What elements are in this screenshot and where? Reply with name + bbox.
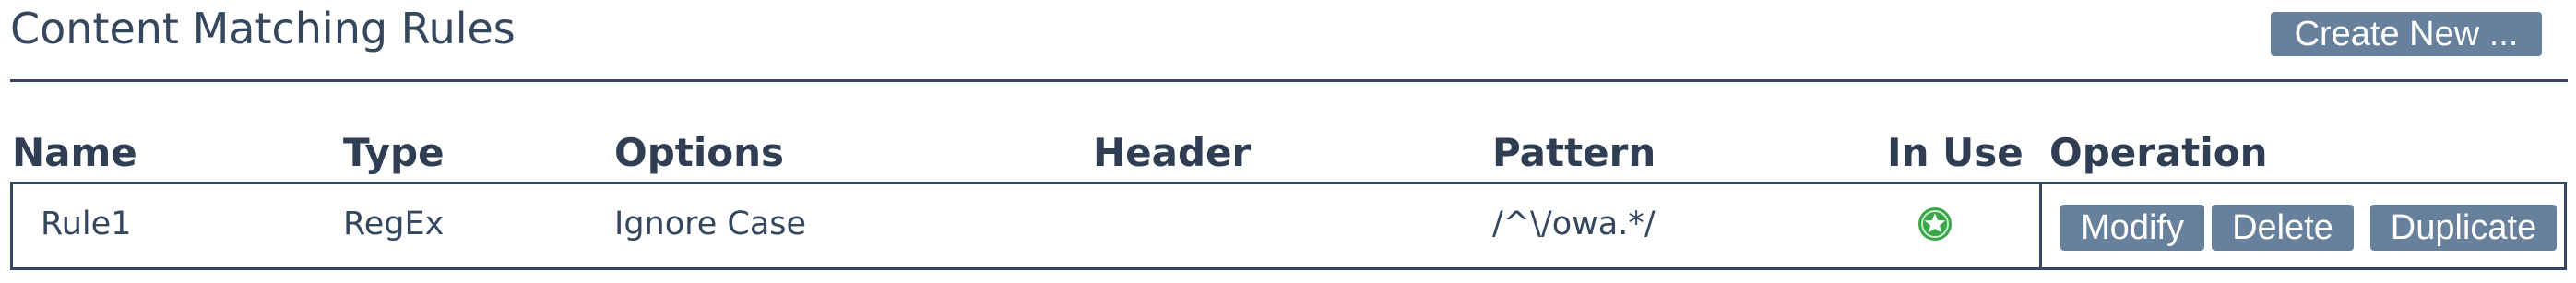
duplicate-button[interactable]: Duplicate — [2370, 205, 2557, 251]
row-type-cell: RegEx — [343, 206, 445, 242]
delete-button[interactable]: Delete — [2212, 205, 2354, 251]
row-pattern-cell: /^\/owa.*/ — [1492, 206, 1656, 242]
column-header-operation: Operation — [2049, 130, 2268, 175]
column-header-in-use: In Use — [1887, 130, 2024, 175]
page-title: Content Matching Rules — [10, 4, 516, 53]
column-header-type: Type — [343, 130, 445, 175]
column-header-pattern: Pattern — [1492, 130, 1656, 175]
row-options-cell: Ignore Case — [614, 206, 807, 242]
table-header-row: Name Type Options Header Pattern In Use … — [0, 129, 2576, 177]
operation-column-divider — [2039, 182, 2042, 270]
column-header-name: Name — [12, 130, 137, 175]
row-name-cell: Rule1 — [41, 206, 132, 242]
title-divider — [10, 79, 2568, 82]
create-new-button[interactable]: Create New ... — [2271, 12, 2542, 56]
column-header-header: Header — [1093, 130, 1252, 175]
check-circle-icon — [1918, 207, 1952, 241]
column-header-options: Options — [614, 130, 784, 175]
modify-button[interactable]: Modify — [2060, 205, 2204, 251]
